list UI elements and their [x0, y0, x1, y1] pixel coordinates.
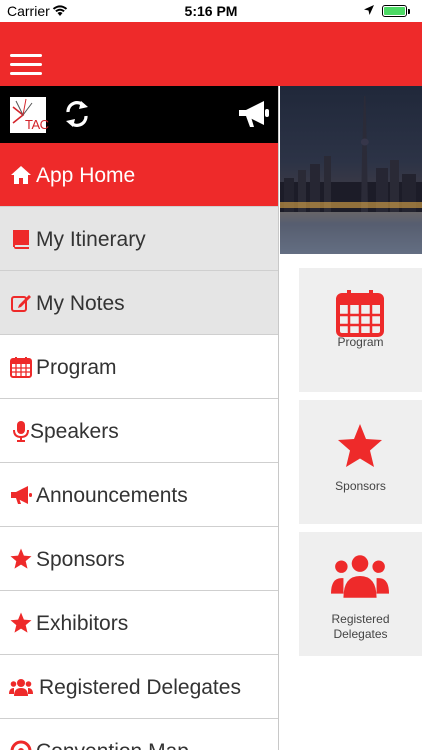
star-icon: [10, 548, 32, 569]
tile-registered-delegates[interactable]: Registered Delegates: [299, 532, 422, 656]
menu-item-label: Speakers: [30, 420, 119, 443]
megaphone-icon[interactable]: [236, 96, 272, 132]
app-header: [0, 22, 422, 86]
menu-item-speakers[interactable]: Speakers: [0, 399, 278, 463]
menu-item-label: Exhibitors: [36, 612, 129, 635]
star-icon: [10, 612, 32, 633]
tile-program[interactable]: Program: [299, 268, 422, 392]
battery-icon: [382, 5, 410, 17]
menu-item-label: Sponsors: [36, 548, 125, 571]
home-content: Program Sponsors Registered Delegates: [280, 86, 422, 750]
calendar-icon: [10, 357, 32, 378]
menu-item-registered-delegates[interactable]: Registered Delegates: [0, 655, 278, 719]
side-drawer: TAC App Home My Itinerary My Notes Progr…: [0, 86, 279, 750]
menu-item-app-home[interactable]: App Home: [0, 143, 278, 207]
status-bar: Carrier 5:16 PM: [0, 0, 422, 22]
menu-item-label: Registered Delegates: [39, 676, 241, 699]
menu-item-my-notes[interactable]: My Notes: [0, 271, 278, 335]
menu-item-label: Convention Map: [36, 740, 189, 750]
bullhorn-icon: [11, 486, 32, 504]
menu-item-exhibitors[interactable]: Exhibitors: [0, 591, 278, 655]
menu-item-label: My Itinerary: [36, 228, 146, 251]
menu-item-convention-map[interactable]: Convention Map: [0, 719, 278, 750]
clock: 5:16 PM: [184, 3, 238, 19]
calendar-icon: [336, 290, 384, 337]
book-icon: [13, 230, 29, 249]
tile-label: Registered Delegates: [331, 612, 390, 641]
hero-city-image: [280, 86, 422, 254]
menu-item-label: Program: [36, 356, 117, 379]
tile-label: Program: [337, 335, 384, 349]
hamburger-menu-icon[interactable]: [10, 54, 42, 78]
menu-item-label: Announcements: [36, 484, 188, 507]
home-icon: [11, 166, 31, 184]
tac-logo: TAC: [10, 97, 49, 133]
menu-item-my-itinerary[interactable]: My Itinerary: [0, 207, 278, 271]
location-arrow-icon: [364, 5, 374, 15]
edit-icon: [11, 295, 31, 312]
menu-item-sponsors[interactable]: Sponsors: [0, 527, 278, 591]
users-icon: [9, 679, 33, 696]
logo-text: TAC: [25, 117, 49, 132]
sync-icon[interactable]: [62, 98, 92, 130]
drawer-toolbar: TAC: [0, 86, 278, 143]
star-icon: [338, 424, 382, 467]
menu-item-label: App Home: [36, 164, 136, 187]
tile-label: Sponsors: [335, 479, 386, 493]
tile-sponsors[interactable]: Sponsors: [299, 400, 422, 524]
users-icon: [331, 555, 389, 598]
menu-item-label: My Notes: [36, 292, 125, 315]
menu-item-program[interactable]: Program: [0, 335, 278, 399]
map-marker-icon: [10, 740, 32, 750]
menu-item-announcements[interactable]: Announcements: [0, 463, 278, 527]
